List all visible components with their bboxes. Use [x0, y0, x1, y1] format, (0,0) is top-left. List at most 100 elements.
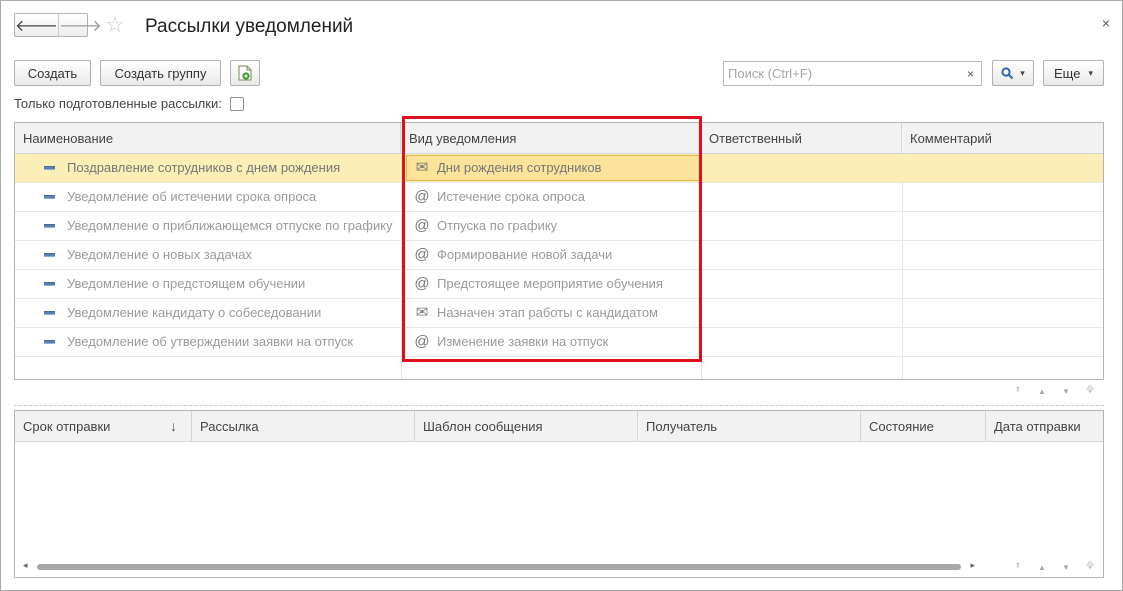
- responsible-cell: [709, 299, 899, 327]
- list-item-icon: [44, 311, 55, 315]
- table-row[interactable]: Уведомление о приближающемся отпуске по …: [15, 212, 1103, 241]
- table-row[interactable]: Поздравление сотрудников с днем рождения…: [15, 154, 1103, 183]
- more-button[interactable]: Еще ▾: [1043, 60, 1104, 86]
- column-header-name[interactable]: Наименование: [15, 123, 401, 154]
- forward-button[interactable]: 🡒: [57, 14, 102, 36]
- column-header-responsible[interactable]: Ответственный: [701, 123, 902, 154]
- create-button[interactable]: Создать: [14, 60, 91, 86]
- comment-cell: [910, 212, 1100, 240]
- create-button-label: Создать: [27, 65, 78, 81]
- at-sign-icon: @: [414, 333, 430, 350]
- export-button[interactable]: [230, 60, 260, 86]
- mailing-name-cell: Уведомление об утверждении заявки на отп…: [67, 334, 354, 349]
- search-icon: [1001, 66, 1014, 79]
- column-header-recipient[interactable]: Получатель: [638, 411, 861, 442]
- top-table-pager: ⯒ ▲ ▼ ⯓: [1007, 381, 1101, 401]
- at-sign-icon: @: [414, 188, 430, 205]
- notification-kind-cell: Предстоящее мероприятие обучения: [437, 276, 663, 291]
- mailings-table: Наименование Вид уведомления Ответственн…: [14, 122, 1104, 396]
- notification-kind-cell: Отпуска по графику: [437, 218, 558, 233]
- scrollbar-thumb[interactable]: [37, 564, 961, 570]
- table-row[interactable]: Уведомление о предстоящем обучении @ Предс…: [15, 270, 1103, 299]
- column-header-send-deadline[interactable]: Срок отправки ↓: [15, 411, 192, 442]
- excel-export-icon: [238, 65, 252, 81]
- sort-descending-icon: ↓: [170, 418, 177, 434]
- notification-kind-cell: Истечение срока опроса: [437, 189, 585, 204]
- mailing-name-cell: Поздравление сотрудников с днем рождения: [67, 160, 341, 175]
- scroll-down-icon[interactable]: ▼: [1055, 381, 1077, 401]
- close-icon[interactable]: ×: [1102, 15, 1110, 31]
- prepared-only-label: Только подготовленные рассылки:: [14, 96, 222, 111]
- table-row[interactable]: Уведомление об утверждении заявки на отп…: [15, 328, 1103, 357]
- horizontal-scrollbar[interactable]: ◂ ▸: [23, 560, 975, 571]
- arrow-right-icon: 🡒: [58, 17, 102, 35]
- chevron-down-icon: ▾: [1088, 67, 1093, 78]
- list-item-icon: [44, 166, 55, 170]
- scroll-to-top-icon[interactable]: ⯒: [1007, 557, 1029, 577]
- at-sign-icon: @: [414, 275, 430, 292]
- arrow-left-icon: 🡐: [15, 17, 58, 35]
- prepared-only-checkbox[interactable]: [229, 96, 244, 111]
- responsible-cell: [709, 328, 899, 356]
- comment-cell: [910, 183, 1100, 211]
- envelope-icon: ✉: [415, 304, 429, 321]
- list-item-icon: [44, 282, 55, 286]
- column-header-template[interactable]: Шаблон сообщения: [415, 411, 638, 442]
- notification-kind-cell: Дни рождения сотрудников: [437, 160, 602, 175]
- prepared-only-filter: Только подготовленные рассылки:: [14, 96, 244, 111]
- search-input[interactable]: [723, 61, 961, 86]
- scroll-up-icon[interactable]: ▲: [1031, 557, 1053, 577]
- responsible-cell: [709, 270, 899, 298]
- column-header-state[interactable]: Состояние: [861, 411, 986, 442]
- envelope-icon: ✉: [415, 159, 429, 176]
- list-item-icon: [44, 224, 55, 228]
- responsible-cell: [709, 154, 899, 182]
- scroll-to-bottom-icon[interactable]: ⯓: [1079, 381, 1101, 401]
- page-title: Рассылки уведомлений: [145, 16, 354, 37]
- at-sign-icon: @: [414, 217, 430, 234]
- column-header-mailing[interactable]: Рассылка: [192, 411, 415, 442]
- responsible-cell: [709, 212, 899, 240]
- scroll-right-icon[interactable]: ▸: [970, 560, 975, 571]
- mailing-name-cell: Уведомление о приближающемся отпуске по …: [67, 218, 393, 233]
- comment-cell: [910, 299, 1100, 327]
- notification-kind-cell: Изменение заявки на отпуск: [437, 334, 609, 349]
- more-button-label: Еще: [1054, 65, 1081, 81]
- notification-kind-cell: Формирование новой задачи: [437, 247, 613, 262]
- star-icon[interactable]: ☆: [105, 13, 125, 37]
- back-button[interactable]: 🡐: [15, 14, 58, 36]
- create-group-button-label: Создать группу: [114, 65, 207, 81]
- list-item-icon: [44, 340, 55, 344]
- chevron-down-icon: ▾: [1020, 67, 1025, 78]
- navigation-buttons: 🡐 🡒: [14, 13, 102, 37]
- scroll-left-icon[interactable]: ◂: [23, 560, 28, 571]
- comment-cell: [910, 270, 1100, 298]
- comment-cell: [910, 328, 1100, 356]
- scroll-up-icon[interactable]: ▲: [1031, 381, 1053, 401]
- messages-table-header: Срок отправки ↓ Рассылка Шаблон сообщени…: [15, 411, 1103, 442]
- messages-table: Срок отправки ↓ Рассылка Шаблон сообщени…: [14, 410, 1104, 578]
- comment-cell: [910, 241, 1100, 269]
- mailing-name-cell: Уведомление о предстоящем обучении: [67, 276, 306, 291]
- search-button[interactable]: ▾: [992, 60, 1034, 86]
- scroll-down-icon[interactable]: ▼: [1055, 557, 1077, 577]
- table-row[interactable]: Уведомление о новых задачах @ Формирование…: [15, 241, 1103, 270]
- list-item-icon: [44, 253, 55, 257]
- create-group-button[interactable]: Создать группу: [100, 60, 221, 86]
- bottom-table-pager: ⯒ ▲ ▼ ⯓: [1007, 557, 1101, 577]
- table-row[interactable]: Уведомление об истечении срока опроса @ Ис…: [15, 183, 1103, 212]
- table-row[interactable]: Уведомление кандидату о собеседовании ✉ На…: [15, 299, 1103, 328]
- panel-splitter[interactable]: [14, 405, 1104, 406]
- column-header-send-date[interactable]: Дата отправки: [986, 411, 1103, 442]
- column-header-comment[interactable]: Комментарий: [902, 123, 1103, 154]
- mailing-name-cell: Уведомление об истечении срока опроса: [67, 189, 317, 204]
- list-item-icon: [44, 195, 55, 199]
- scroll-to-top-icon[interactable]: ⯒: [1007, 381, 1029, 401]
- column-header-kind[interactable]: Вид уведомления: [401, 123, 701, 154]
- at-sign-icon: @: [414, 246, 430, 263]
- search-clear-button[interactable]: ×: [960, 61, 982, 86]
- comment-cell: [910, 154, 1100, 182]
- notification-kind-cell: Назначен этап работы с кандидатом: [437, 305, 658, 320]
- scroll-to-bottom-icon[interactable]: ⯓: [1079, 557, 1101, 577]
- notification-mailings-window: 🡐 🡒 ☆ Рассылки уведомлений × Создать Соз…: [0, 0, 1123, 591]
